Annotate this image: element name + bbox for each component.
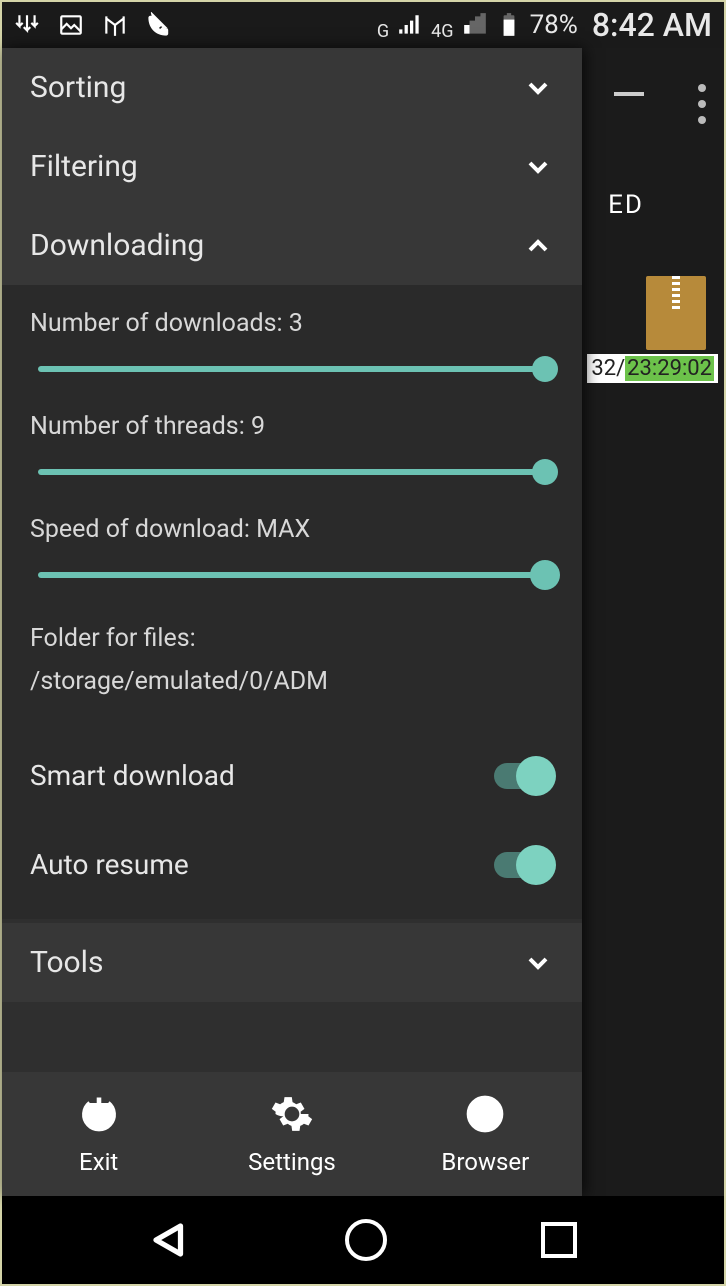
battery-percentage: 78%: [530, 10, 578, 40]
action-label: Exit: [79, 1148, 118, 1176]
power-icon: [77, 1092, 121, 1136]
battery-icon: [496, 12, 522, 38]
gmail-icon: [102, 12, 128, 38]
settings-drawer: Sorting Filtering Downloading Number of …: [2, 48, 582, 1196]
action-label: Settings: [248, 1148, 336, 1176]
browser-button[interactable]: Browser: [389, 1092, 582, 1176]
section-sorting[interactable]: Sorting: [2, 48, 582, 127]
action-label: Browser: [441, 1148, 529, 1176]
chevron-down-icon: [522, 947, 554, 979]
recent-apps-button[interactable]: [541, 1222, 577, 1258]
section-tools[interactable]: Tools: [2, 923, 582, 1002]
slider-label: Speed of download: MAX: [30, 515, 554, 544]
folder-setting[interactable]: Folder for files: /storage/emulated/0/AD…: [30, 618, 554, 703]
slider-label: Number of downloads: 3: [30, 309, 554, 338]
slider-label: Number of threads: 9: [30, 412, 554, 441]
more-menu-icon[interactable]: [698, 84, 706, 124]
download-queue-icon: [14, 12, 40, 38]
background-dash: [614, 92, 644, 96]
back-button[interactable]: [149, 1219, 191, 1261]
section-label: Tools: [30, 945, 522, 980]
smart-download-setting: Smart download: [30, 731, 554, 820]
globe-icon: [463, 1092, 507, 1136]
downloading-settings-panel: Number of downloads: 3 Number of threads…: [2, 285, 582, 919]
num-threads-setting: Number of threads: 9: [30, 412, 554, 475]
signal-icon-2: [462, 12, 488, 38]
zip-file-icon: [646, 276, 706, 350]
network-4g-label: 4G: [431, 21, 453, 42]
num-downloads-slider[interactable]: [38, 366, 546, 372]
chevron-down-icon: [522, 151, 554, 183]
auto-resume-toggle[interactable]: [494, 852, 554, 878]
status-bar: G 4G 78% 8:42 AM: [2, 2, 724, 48]
section-downloading[interactable]: Downloading: [2, 206, 582, 285]
chevron-down-icon: [522, 72, 554, 104]
smart-download-toggle[interactable]: [494, 763, 554, 789]
download-speed-slider[interactable]: [38, 572, 546, 578]
section-label: Sorting: [30, 70, 522, 105]
signal-icon: [397, 12, 423, 38]
section-filtering[interactable]: Filtering: [2, 127, 582, 206]
num-threads-slider[interactable]: [38, 469, 546, 475]
settings-button[interactable]: Settings: [195, 1092, 388, 1176]
section-label: Downloading: [30, 228, 522, 263]
section-label: Filtering: [30, 149, 522, 184]
toggle-label: Auto resume: [30, 848, 494, 881]
call-icon: [146, 12, 172, 38]
background-partial-text: ED: [608, 190, 644, 220]
gear-icon: [270, 1092, 314, 1136]
chevron-up-icon: [522, 230, 554, 262]
image-icon: [58, 12, 84, 38]
drawer-actions: Exit Settings Browser: [2, 1072, 582, 1196]
android-nav-bar: [2, 1196, 724, 1284]
folder-label: Folder for files:: [30, 618, 554, 661]
toggle-label: Smart download: [30, 759, 494, 792]
home-button[interactable]: [345, 1219, 387, 1261]
num-downloads-setting: Number of downloads: 3: [30, 309, 554, 372]
exit-button[interactable]: Exit: [2, 1092, 195, 1176]
auto-resume-setting: Auto resume: [30, 820, 554, 909]
download-speed-setting: Speed of download: MAX: [30, 515, 554, 578]
network-g-label: G: [377, 21, 389, 42]
download-timestamp: 32/23:29:02: [587, 354, 718, 383]
clock: 8:42 AM: [592, 6, 712, 44]
folder-path: /storage/emulated/0/ADM: [30, 661, 554, 704]
